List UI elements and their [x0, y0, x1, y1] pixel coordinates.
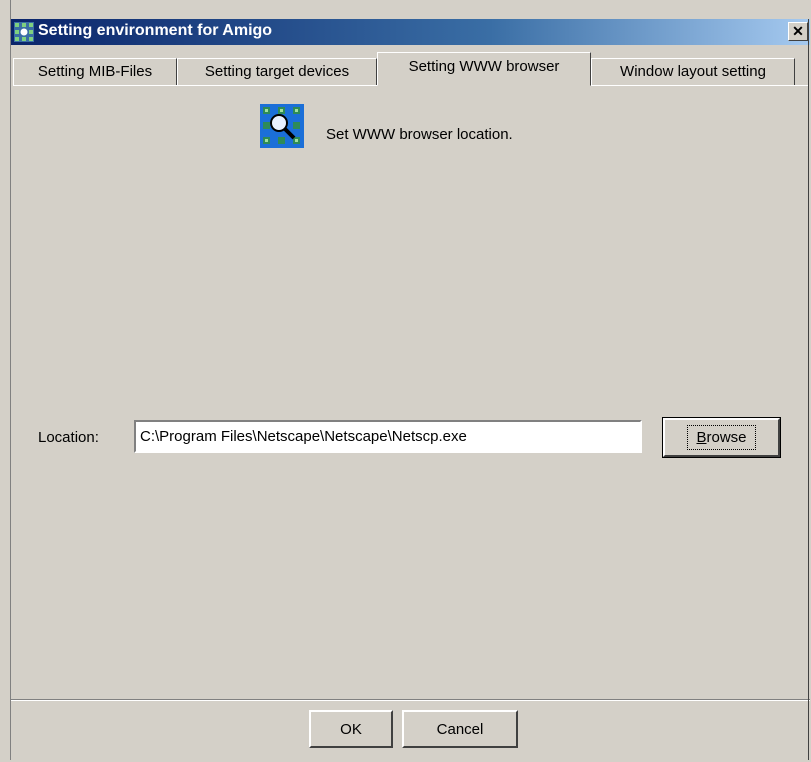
ok-button[interactable]: OK	[309, 710, 393, 748]
header-text: Set WWW browser location.	[326, 126, 513, 143]
browse-button[interactable]: Browse	[663, 418, 780, 457]
browser-search-icon	[260, 104, 304, 148]
close-button[interactable]: ✕	[788, 22, 808, 41]
tab-window-layout[interactable]: Window layout setting	[591, 58, 795, 86]
footer-separator	[11, 699, 810, 701]
tab-mib-files[interactable]: Setting MIB-Files	[13, 58, 177, 86]
browse-accelerator: B	[696, 429, 707, 446]
tab-strip: Setting MIB-Files Setting target devices…	[13, 52, 808, 86]
title-bar[interactable]: Setting environment for Amigo ✕	[11, 19, 810, 45]
location-input[interactable]	[134, 420, 642, 453]
window-border	[808, 19, 809, 760]
tab-www-browser[interactable]: Setting WWW browser	[377, 52, 591, 86]
close-icon: ✕	[792, 23, 804, 39]
tab-target-devices[interactable]: Setting target devices	[177, 58, 377, 86]
browse-label: rowse	[706, 429, 747, 446]
tab-panel: Set WWW browser location. Location: Brow…	[13, 85, 808, 700]
app-grid-icon	[14, 22, 34, 42]
dialog-window: Setting environment for Amigo ✕ Setting …	[10, 0, 810, 760]
location-label: Location:	[38, 429, 99, 446]
window-title: Setting environment for Amigo	[38, 22, 273, 39]
browse-focus: Browse	[687, 425, 756, 450]
cancel-button[interactable]: Cancel	[402, 710, 518, 748]
